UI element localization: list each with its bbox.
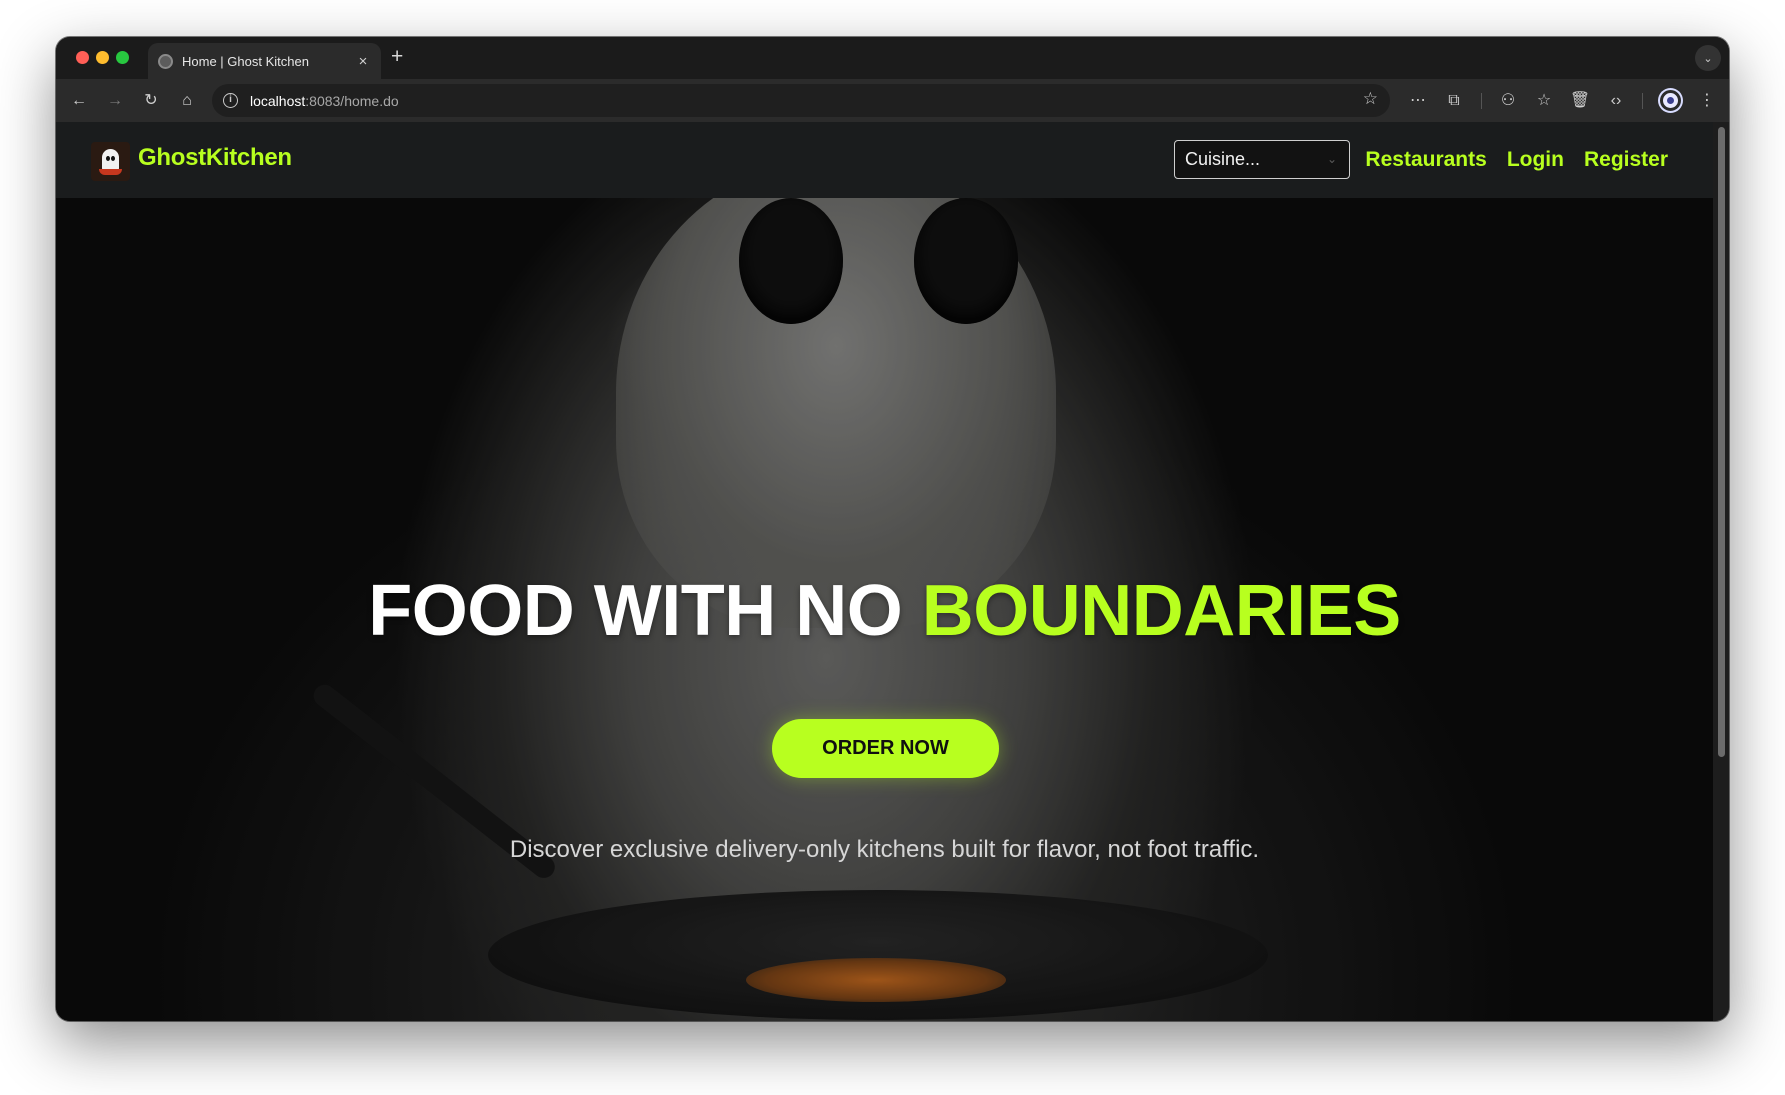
browser-window: Home | Ghost Kitchen × + ⌄ ← → ↻ ⌂ i loc… (56, 37, 1729, 1021)
nav-link-restaurants[interactable]: Restaurants (1365, 148, 1486, 172)
tab-home[interactable]: Home | Ghost Kitchen × (148, 43, 381, 79)
hero-section: FOOD WITH NO BOUNDARIES ORDER NOW Discov… (56, 158, 1713, 1021)
minimize-window-button[interactable] (96, 51, 109, 64)
site-info-icon[interactable]: i (223, 93, 238, 108)
tab-strip: Home | Ghost Kitchen × + ⌄ (56, 37, 1729, 79)
menu-dots-icon[interactable]: ⋮ (1696, 90, 1718, 112)
nav-link-register[interactable]: Register (1584, 148, 1668, 172)
more-extensions-icon[interactable]: ⋯ (1407, 90, 1429, 112)
chevron-down-icon: ⌄ (1326, 152, 1337, 166)
toolbar-divider (1642, 93, 1643, 109)
browser-toolbar: ← → ↻ ⌂ i localhost:8083/home.do ☆ ⋯ ⧉ ⚇… (56, 79, 1729, 122)
site-navbar: GhostKitchen Cuisine... ⌄ Restaurants Lo… (56, 122, 1713, 198)
hero-title-main: FOOD WITH NO (368, 571, 922, 651)
tab-search-icon[interactable]: ⌄ (1695, 45, 1721, 71)
toolbar-divider (1481, 93, 1482, 109)
brand-name: GhostKitchen (138, 143, 292, 171)
scrollbar-thumb[interactable] (1718, 127, 1725, 757)
profile-avatar[interactable] (1660, 90, 1681, 111)
tab-title: Home | Ghost Kitchen (182, 53, 309, 69)
bookmarks-icon[interactable]: ☆ (1533, 90, 1555, 112)
reload-icon[interactable]: ↻ (140, 90, 162, 112)
close-window-button[interactable] (76, 51, 89, 64)
globe-icon (158, 53, 173, 69)
code-icon[interactable]: ‹› (1605, 90, 1627, 112)
home-icon[interactable]: ⌂ (176, 90, 198, 112)
order-now-button[interactable]: ORDER NOW (772, 719, 999, 778)
address-url: localhost:8083/home.do (250, 92, 399, 109)
nav-link-login[interactable]: Login (1507, 148, 1564, 172)
forward-icon[interactable]: → (104, 90, 126, 112)
close-icon[interactable]: × (355, 53, 371, 70)
extensions-puzzle-icon[interactable]: ⧉ (1443, 90, 1465, 112)
brand-link[interactable]: GhostKitchen (91, 142, 292, 181)
nav-links: Restaurants Login Register (1365, 148, 1668, 172)
extension-icon[interactable]: ⚇ (1497, 90, 1519, 112)
trash-icon[interactable]: 🗑 (1569, 90, 1591, 112)
hero-title: FOOD WITH NO BOUNDARIES (56, 570, 1713, 652)
page-scrollbar[interactable] (1713, 122, 1729, 1021)
bookmark-star-icon[interactable]: ☆ (1363, 89, 1378, 109)
hero-subtitle: Discover exclusive delivery-only kitchen… (509, 836, 1260, 863)
cuisine-select[interactable]: Cuisine... ⌄ (1174, 140, 1350, 179)
hero-title-accent: BOUNDARIES (921, 571, 1402, 651)
web-page: GhostKitchen Cuisine... ⌄ Restaurants Lo… (56, 122, 1713, 1021)
address-bar[interactable]: i localhost:8083/home.do ☆ (212, 84, 1390, 117)
new-tab-button[interactable]: + (391, 46, 403, 68)
cuisine-selected-value: Cuisine... (1185, 149, 1261, 169)
ghost-chef-logo (91, 142, 130, 181)
maximize-window-button[interactable] (116, 51, 129, 64)
back-icon[interactable]: ← (68, 90, 90, 112)
